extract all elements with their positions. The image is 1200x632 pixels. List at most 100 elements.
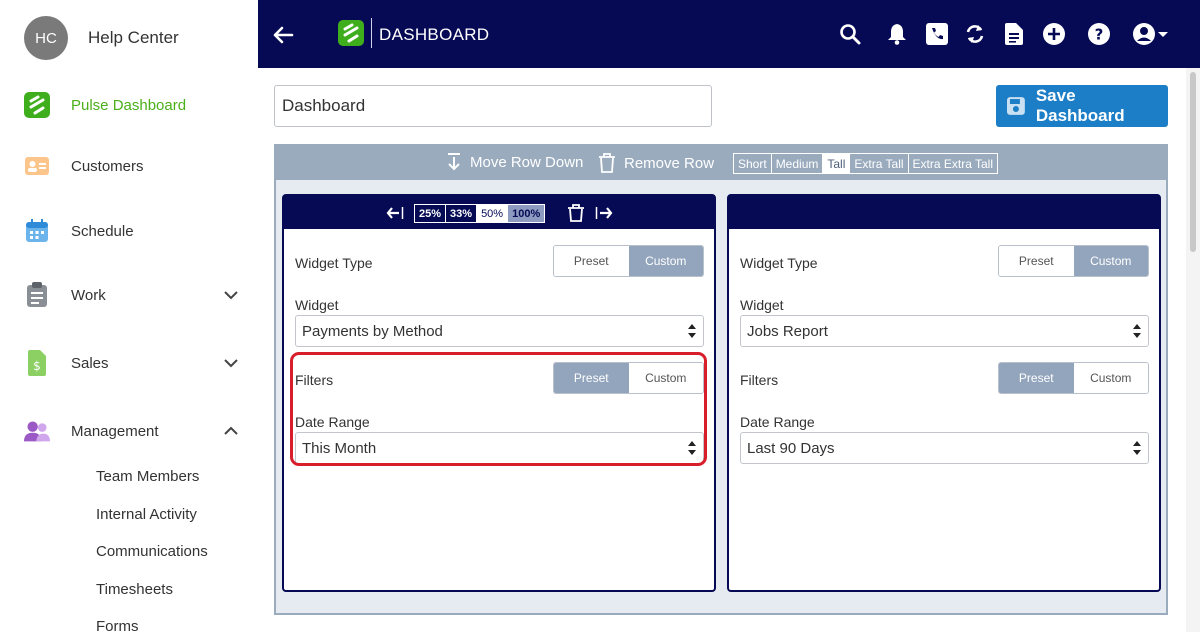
sidebar-item-label: Sales xyxy=(71,354,109,372)
save-dashboard-label: Save Dashboard xyxy=(1035,86,1125,125)
sidebar: HC Help Center Pulse Dashboard Customers… xyxy=(0,0,258,632)
date-range-label: Date Range xyxy=(740,414,815,430)
calendar-icon xyxy=(24,218,50,244)
bell-icon[interactable] xyxy=(885,22,909,46)
help-icon[interactable]: ? xyxy=(1087,22,1111,46)
chevron-up-icon[interactable] xyxy=(223,423,239,439)
move-left-icon[interactable] xyxy=(386,204,404,222)
id-card-icon xyxy=(24,153,50,179)
page-title: DASHBOARD xyxy=(379,25,490,44)
floppy-disk-icon xyxy=(1006,97,1025,115)
avatar[interactable]: HC xyxy=(24,16,68,60)
filters-highlight-annotation xyxy=(290,352,707,466)
widget-type-preset[interactable]: Preset xyxy=(554,246,629,276)
sidebar-item-schedule[interactable]: Schedule xyxy=(24,216,239,246)
svg-text:?: ? xyxy=(1095,26,1104,44)
sidebar-subitem-timesheets[interactable]: Timesheets xyxy=(96,581,173,598)
width-25[interactable]: 25% xyxy=(415,205,447,222)
save-dashboard-button[interactable]: Save Dashboard xyxy=(996,85,1168,127)
move-row-down-label: Move Row Down xyxy=(470,153,584,171)
width-100[interactable]: 100% xyxy=(508,205,545,222)
date-range-select[interactable]: Last 90 Days xyxy=(740,432,1149,464)
sidebar-item-sales[interactable]: $ Sales xyxy=(24,348,239,378)
user-name[interactable]: Help Center xyxy=(88,28,179,48)
back-arrow-icon[interactable] xyxy=(272,24,294,46)
move-right-icon[interactable] xyxy=(595,204,613,222)
row-height-selector: Short Medium Tall Extra Tall Extra Extra… xyxy=(733,153,999,174)
move-row-down-button[interactable]: Move Row Down xyxy=(446,153,583,171)
row-height-tall[interactable]: Tall xyxy=(823,154,851,173)
row-height-extra-tall[interactable]: Extra Tall xyxy=(850,154,909,173)
width-50[interactable]: 50% xyxy=(477,205,509,222)
page-scrollbar[interactable] xyxy=(1186,68,1200,632)
widget-select[interactable]: Payments by Method xyxy=(295,315,704,347)
app-logo xyxy=(338,20,364,46)
widget-type-label: Widget Type xyxy=(295,255,373,271)
date-range-value: Last 90 Days xyxy=(747,439,835,457)
top-bar: DASHBOARD ? xyxy=(258,0,1200,68)
widget-header: 25% 33% 50% 100% xyxy=(284,196,714,229)
clipboard-icon xyxy=(24,282,50,308)
refresh-icon[interactable] xyxy=(963,22,987,46)
filters-label: Filters xyxy=(740,372,779,388)
remove-row-button[interactable]: Remove Row xyxy=(598,153,714,173)
dashboard-name-input[interactable] xyxy=(274,85,712,127)
pulse-logo-icon xyxy=(24,92,50,118)
svg-text:$: $ xyxy=(33,359,41,373)
row-toolbar: Move Row Down Remove Row Short Medium Ta… xyxy=(276,146,1166,180)
sidebar-subitem-forms[interactable]: Forms xyxy=(96,618,139,632)
widget-card: Widget Type Preset Custom Widget Jobs Re… xyxy=(727,194,1161,592)
chevron-down-icon[interactable] xyxy=(223,287,239,303)
chevron-down-icon[interactable] xyxy=(223,355,239,371)
filters-toggle: Preset Custom xyxy=(998,362,1149,394)
widget-type-toggle: Preset Custom xyxy=(998,245,1149,277)
account-menu-icon[interactable] xyxy=(1132,22,1168,46)
row-height-short[interactable]: Short xyxy=(734,154,772,173)
widget-type-custom[interactable]: Custom xyxy=(628,246,703,276)
sidebar-subitem-team-members[interactable]: Team Members xyxy=(96,468,199,485)
sidebar-item-pulse-dashboard[interactable]: Pulse Dashboard xyxy=(24,90,239,120)
sidebar-item-label: Customers xyxy=(71,157,144,175)
scrollbar-thumb[interactable] xyxy=(1190,72,1196,252)
widget-type-toggle: Preset Custom xyxy=(553,245,704,277)
title-divider xyxy=(371,18,372,48)
select-arrows-icon xyxy=(688,324,696,338)
sidebar-subitem-communications[interactable]: Communications xyxy=(96,543,208,560)
sidebar-item-label: Schedule xyxy=(71,222,134,240)
filters-custom[interactable]: Custom xyxy=(1073,363,1148,393)
add-circle-icon[interactable] xyxy=(1042,22,1066,46)
widget-label: Widget xyxy=(740,297,784,313)
width-33[interactable]: 33% xyxy=(446,205,478,222)
filters-preset[interactable]: Preset xyxy=(999,363,1074,393)
trash-icon[interactable] xyxy=(567,204,585,222)
invoice-dollar-icon: $ xyxy=(24,350,50,376)
search-icon[interactable] xyxy=(838,22,862,46)
remove-row-label: Remove Row xyxy=(624,154,715,172)
sidebar-item-label: Work xyxy=(71,286,106,304)
sidebar-item-customers[interactable]: Customers xyxy=(24,151,239,181)
phone-icon[interactable] xyxy=(925,22,949,46)
widget-type-preset[interactable]: Preset xyxy=(999,246,1074,276)
sidebar-item-label: Pulse Dashboard xyxy=(71,96,187,114)
document-icon[interactable] xyxy=(1002,22,1026,46)
sidebar-item-management[interactable]: Management xyxy=(24,416,239,446)
arrow-down-icon xyxy=(448,153,460,171)
widget-select-value: Jobs Report xyxy=(747,322,828,340)
widget-type-custom[interactable]: Custom xyxy=(1073,246,1148,276)
row-height-medium[interactable]: Medium xyxy=(771,154,824,173)
trash-icon xyxy=(599,153,615,173)
sidebar-item-work[interactable]: Work xyxy=(24,280,239,310)
row-height-extra-extra-tall[interactable]: Extra Extra Tall xyxy=(908,154,998,173)
widget-width-selector: 25% 33% 50% 100% xyxy=(414,204,546,223)
widget-select-value: Payments by Method xyxy=(302,322,443,340)
widget-header xyxy=(729,196,1159,229)
users-icon xyxy=(24,418,50,444)
select-arrows-icon xyxy=(1133,441,1141,455)
sidebar-subitem-internal-activity[interactable]: Internal Activity xyxy=(96,506,197,523)
sidebar-item-label: Management xyxy=(71,422,159,440)
widget-label: Widget xyxy=(295,297,339,313)
user-profile[interactable]: HC Help Center xyxy=(24,16,179,60)
widget-type-label: Widget Type xyxy=(740,255,818,271)
widget-select[interactable]: Jobs Report xyxy=(740,315,1149,347)
select-arrows-icon xyxy=(1133,324,1141,338)
